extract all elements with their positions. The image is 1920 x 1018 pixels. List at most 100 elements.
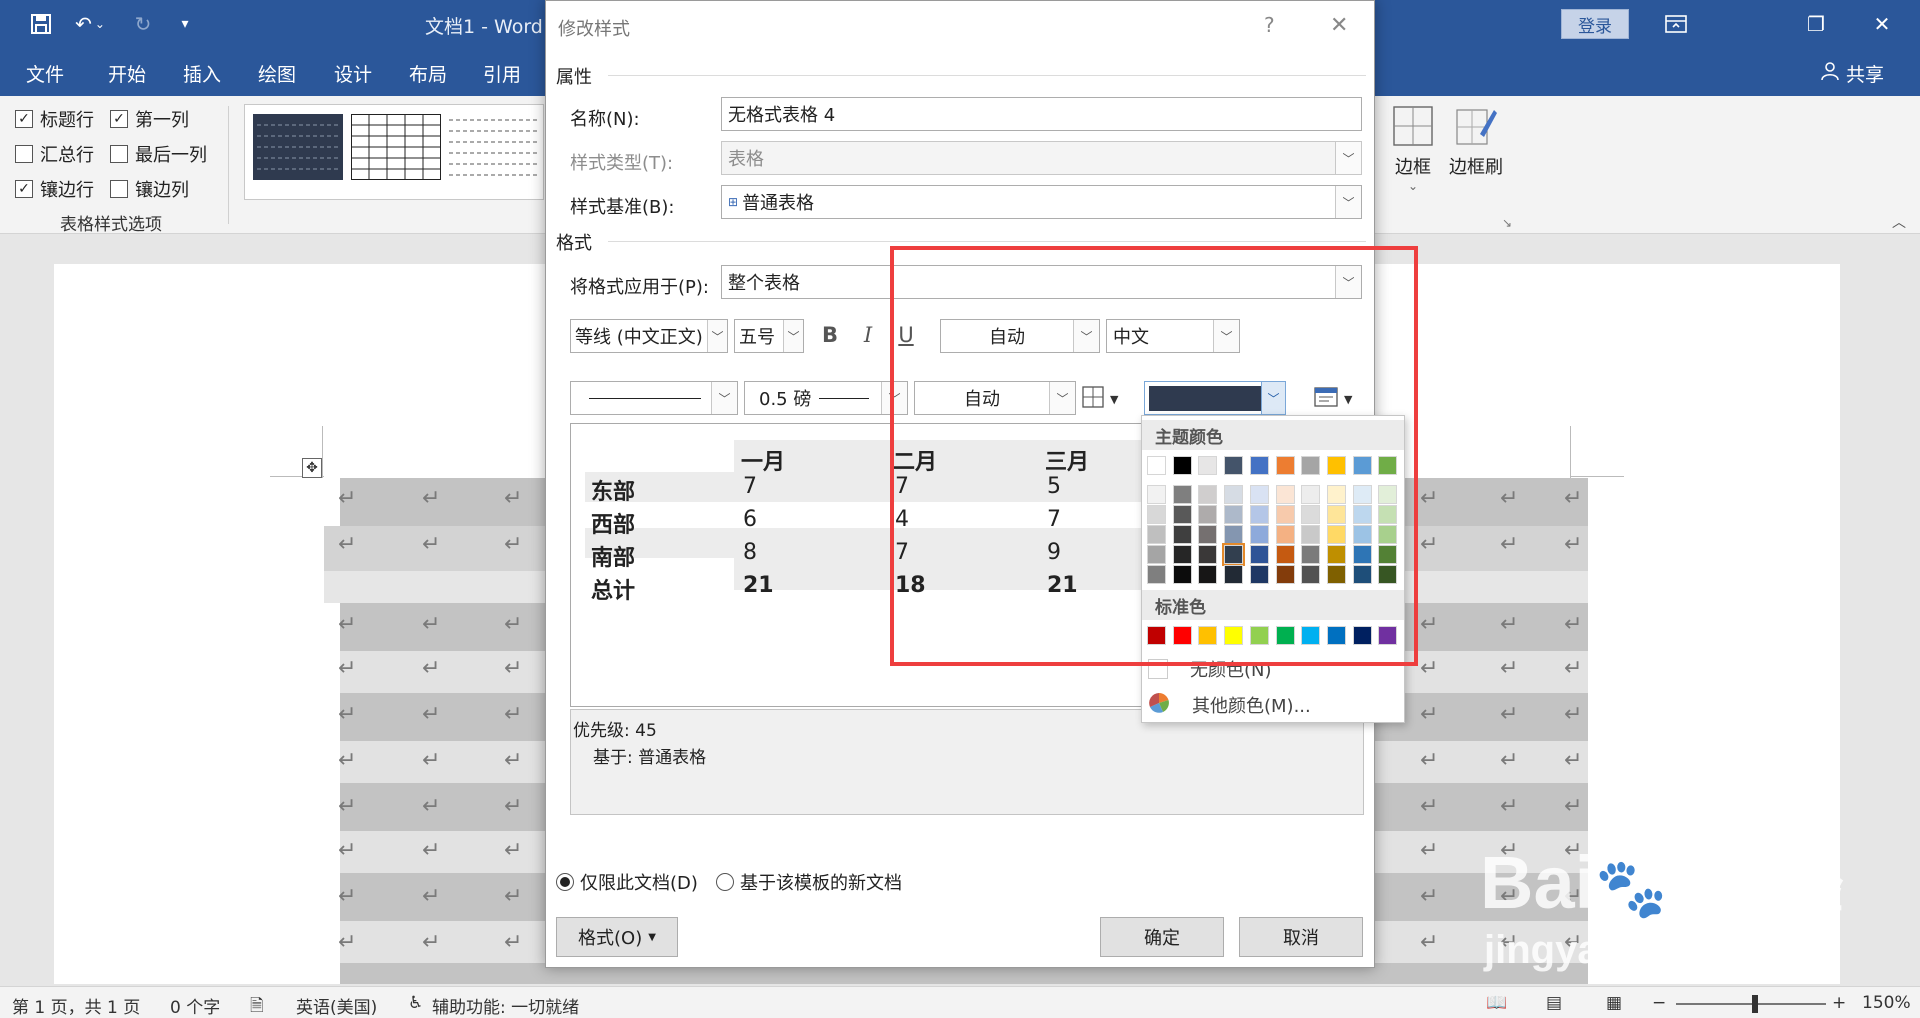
border-button[interactable]: 边框 ⌄ bbox=[1388, 104, 1438, 193]
theme-shade-swatch[interactable] bbox=[1198, 545, 1218, 564]
collapse-ribbon-icon[interactable]: ︿ bbox=[1892, 212, 1906, 232]
theme-shade-swatch[interactable] bbox=[1301, 565, 1321, 584]
theme-shade-swatch[interactable] bbox=[1275, 505, 1295, 524]
standard-color-swatch[interactable] bbox=[1352, 626, 1372, 645]
theme-shade-swatch[interactable] bbox=[1326, 545, 1346, 564]
redo-icon[interactable]: ↻ bbox=[128, 10, 158, 38]
theme-shade-swatch[interactable] bbox=[1275, 485, 1295, 504]
checkbox-total-row[interactable] bbox=[15, 145, 33, 163]
checkbox-banded-rows[interactable]: ✓ bbox=[15, 180, 33, 198]
theme-shade-swatch[interactable] bbox=[1352, 525, 1372, 544]
theme-shade-swatch[interactable] bbox=[1275, 525, 1295, 544]
option-header-row[interactable]: ✓ 标题行 bbox=[15, 106, 94, 132]
standard-color-swatch[interactable] bbox=[1198, 626, 1218, 645]
word-count[interactable]: 0 个字 bbox=[170, 993, 220, 1018]
tab-layout[interactable]: 布局 bbox=[409, 60, 447, 87]
standard-color-swatch[interactable] bbox=[1249, 626, 1269, 645]
table-style-grid[interactable] bbox=[351, 114, 441, 180]
tab-insert[interactable]: 插入 bbox=[183, 60, 221, 87]
ribbon-display-icon[interactable] bbox=[1656, 8, 1696, 40]
zoom-level[interactable]: 150% bbox=[1862, 993, 1911, 1013]
theme-color-swatch[interactable] bbox=[1147, 456, 1166, 475]
theme-shade-swatch[interactable] bbox=[1378, 485, 1398, 504]
theme-shade-swatch[interactable] bbox=[1172, 525, 1192, 544]
login-button[interactable]: 登录 bbox=[1561, 9, 1629, 39]
theme-shade-swatch[interactable] bbox=[1172, 565, 1192, 584]
borders-dropdown[interactable]: ▼ bbox=[1082, 385, 1136, 413]
restore-icon[interactable]: ❐ bbox=[1796, 8, 1836, 40]
theme-color-swatch[interactable] bbox=[1172, 456, 1192, 475]
accessibility-icon[interactable]: ♿ bbox=[408, 993, 423, 1013]
theme-shade-swatch[interactable] bbox=[1249, 505, 1269, 524]
font-color-select[interactable]: 自动 ﹀ bbox=[940, 319, 1100, 353]
theme-shade-swatch[interactable] bbox=[1275, 565, 1295, 584]
apply-to-select[interactable]: 整个表格 ﹀ bbox=[721, 265, 1362, 299]
no-color-option[interactable]: 无颜色(N) bbox=[1148, 654, 1272, 684]
cancel-button[interactable]: 取消 bbox=[1239, 917, 1363, 957]
radio-this-document[interactable]: 仅限此文档(D) bbox=[556, 869, 698, 895]
theme-shade-swatch[interactable] bbox=[1222, 543, 1246, 566]
tab-design[interactable]: 设计 bbox=[334, 60, 372, 87]
theme-shade-swatch[interactable] bbox=[1147, 525, 1166, 544]
theme-color-swatch[interactable] bbox=[1301, 456, 1321, 475]
theme-shade-swatch[interactable] bbox=[1147, 485, 1166, 504]
checkbox-banded-columns[interactable] bbox=[110, 180, 128, 198]
tab-home[interactable]: 开始 bbox=[108, 60, 146, 87]
help-button[interactable]: ? bbox=[1264, 13, 1275, 37]
undo-icon[interactable]: ↶ ⌄ bbox=[70, 10, 110, 38]
close-window-icon[interactable]: ✕ bbox=[1862, 8, 1902, 40]
standard-color-swatch[interactable] bbox=[1378, 626, 1398, 645]
theme-color-swatch[interactable] bbox=[1198, 456, 1218, 475]
standard-color-swatch[interactable] bbox=[1301, 626, 1321, 645]
zoom-out-button[interactable]: − bbox=[1652, 993, 1666, 1013]
theme-shade-swatch[interactable] bbox=[1147, 545, 1166, 564]
theme-shade-swatch[interactable] bbox=[1301, 545, 1321, 564]
border-weight-select[interactable]: 0.5 磅 ﹀ bbox=[744, 381, 908, 415]
accessibility-status[interactable]: 辅助功能: 一切就绪 bbox=[432, 993, 579, 1018]
theme-color-swatch[interactable] bbox=[1378, 456, 1398, 475]
language[interactable]: 英语(美国) bbox=[296, 993, 377, 1018]
table-move-handle-icon[interactable]: ✥ bbox=[302, 458, 322, 478]
theme-shade-swatch[interactable] bbox=[1172, 545, 1192, 564]
name-input[interactable]: 无格式表格 4 bbox=[721, 97, 1362, 131]
theme-shade-swatch[interactable] bbox=[1224, 565, 1244, 584]
proofing-icon[interactable]: 🗎 bbox=[250, 993, 264, 1018]
theme-shade-swatch[interactable] bbox=[1249, 565, 1269, 584]
table-style-dark[interactable] bbox=[253, 114, 343, 180]
tab-references[interactable]: 引用 bbox=[483, 60, 521, 87]
format-menu-button[interactable]: 格式(O) ▼ bbox=[556, 917, 678, 957]
theme-shade-swatch[interactable] bbox=[1378, 545, 1398, 564]
theme-shade-swatch[interactable] bbox=[1198, 525, 1218, 544]
checkbox-header-row[interactable]: ✓ bbox=[15, 110, 33, 128]
option-first-column[interactable]: ✓ 第一列 bbox=[110, 106, 189, 132]
theme-shade-swatch[interactable] bbox=[1249, 525, 1269, 544]
table-style-plain[interactable] bbox=[449, 114, 539, 180]
theme-shade-swatch[interactable] bbox=[1326, 485, 1346, 504]
theme-shade-swatch[interactable] bbox=[1352, 505, 1372, 524]
theme-shade-swatch[interactable] bbox=[1275, 545, 1295, 564]
border-painter-button[interactable]: 边框刷 bbox=[1446, 104, 1506, 179]
border-color-select[interactable]: 自动 ﹀ bbox=[914, 381, 1076, 415]
theme-shade-swatch[interactable] bbox=[1249, 485, 1269, 504]
theme-shade-swatch[interactable] bbox=[1301, 505, 1321, 524]
script-select[interactable]: 中文 ﹀ bbox=[1106, 319, 1240, 353]
theme-shade-swatch[interactable] bbox=[1352, 485, 1372, 504]
more-colors-option[interactable]: 其他颜色(M)... bbox=[1148, 690, 1311, 720]
theme-shade-swatch[interactable] bbox=[1352, 565, 1372, 584]
ok-button[interactable]: 确定 bbox=[1100, 917, 1224, 957]
standard-color-swatch[interactable] bbox=[1224, 626, 1244, 645]
web-layout-icon[interactable]: ▦ bbox=[1606, 993, 1622, 1013]
option-total-row[interactable]: 汇总行 bbox=[15, 141, 94, 167]
theme-shade-swatch[interactable] bbox=[1172, 485, 1192, 504]
theme-shade-swatch[interactable] bbox=[1224, 505, 1244, 524]
cell-alignment-dropdown[interactable]: ▼ bbox=[1314, 385, 1366, 413]
underline-button[interactable]: U bbox=[890, 319, 922, 351]
theme-shade-swatch[interactable] bbox=[1378, 525, 1398, 544]
theme-color-swatch[interactable] bbox=[1249, 456, 1269, 475]
dialog-launcher-icon[interactable]: ↘ bbox=[1502, 216, 1512, 230]
standard-color-swatch[interactable] bbox=[1326, 626, 1346, 645]
theme-shade-swatch[interactable] bbox=[1378, 505, 1398, 524]
share-button[interactable]: 共享 bbox=[1820, 60, 1884, 87]
theme-shade-swatch[interactable] bbox=[1301, 525, 1321, 544]
theme-shade-swatch[interactable] bbox=[1249, 545, 1269, 564]
